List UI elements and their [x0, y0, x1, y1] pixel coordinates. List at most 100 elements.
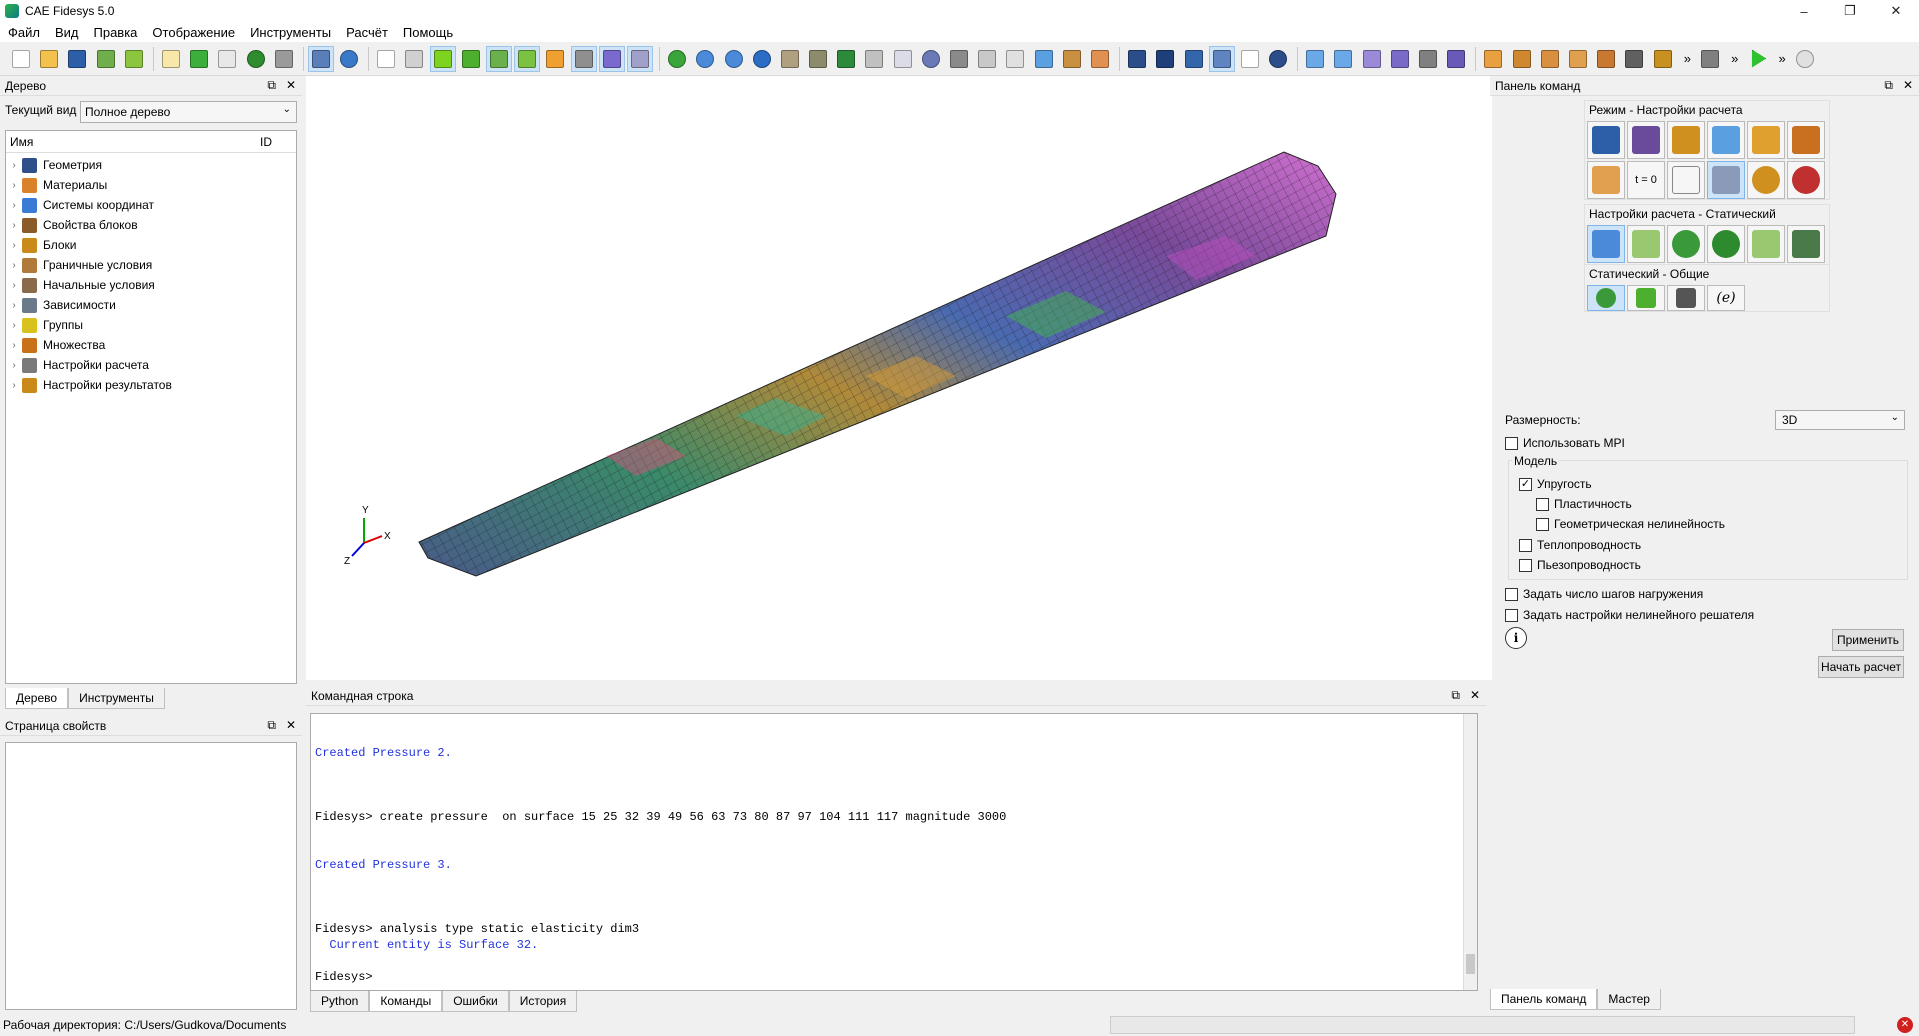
float-panel-icon[interactable]: ⧉ — [267, 78, 276, 93]
expand-arrow-icon[interactable]: › — [6, 180, 22, 191]
help-button[interactable] — [1792, 46, 1818, 72]
tab-errors[interactable]: Ошибки — [442, 991, 509, 1012]
add-point-button[interactable] — [1302, 46, 1328, 72]
start-analysis-button[interactable]: Начать расчет — [1818, 656, 1904, 678]
add-line-button[interactable] — [1330, 46, 1356, 72]
checkbox-box[interactable] — [1536, 517, 1549, 531]
close-panel-icon[interactable]: ✕ — [286, 718, 296, 733]
command-output[interactable]: Created Pressure 2. Fidesys> create pres… — [310, 713, 1478, 991]
menu-display[interactable]: Отображение — [152, 25, 235, 40]
mode-sets-button[interactable] — [1787, 121, 1825, 159]
measure-button[interactable] — [1059, 46, 1085, 72]
pause-button[interactable] — [243, 46, 269, 72]
mesh-select-button[interactable] — [570, 45, 597, 72]
expand-arrow-icon[interactable]: › — [6, 320, 22, 331]
tree-item[interactable]: › Множества — [6, 335, 296, 355]
buckling-button[interactable] — [1747, 225, 1785, 263]
select-curve-button[interactable] — [458, 46, 484, 72]
mode-blocks-button[interactable] — [1747, 121, 1785, 159]
tree-item[interactable]: › Зависимости — [6, 295, 296, 315]
load-button[interactable] — [1480, 46, 1506, 72]
solver-settings-button[interactable] — [1667, 285, 1705, 311]
wing-mesh-model[interactable]: Y X Z — [306, 76, 1492, 680]
mode-bc-button[interactable] — [1587, 161, 1625, 199]
select-vertex-button[interactable] — [486, 45, 512, 72]
select-body-button[interactable] — [373, 46, 399, 72]
tree-item[interactable]: › Свойства блоков — [6, 215, 296, 235]
mode-materials-button[interactable] — [1667, 121, 1705, 159]
select-button[interactable] — [307, 45, 334, 72]
expand-arrow-icon[interactable]: › — [6, 200, 22, 211]
expand-arrow-icon[interactable]: › — [6, 340, 22, 351]
tree-item[interactable]: › Настройки результатов — [6, 375, 296, 395]
zoom-in-button[interactable] — [692, 46, 718, 72]
apply-button[interactable]: Применить — [1832, 629, 1904, 651]
expand-arrow-icon[interactable]: › — [6, 300, 22, 311]
checkbox-box[interactable] — [1505, 587, 1518, 601]
add-volume-button[interactable] — [1387, 46, 1413, 72]
fit-view-button[interactable] — [749, 46, 775, 72]
geometric-nonlinearity-checkbox[interactable]: Геометрическая нелинейность — [1536, 517, 1725, 531]
checkbox-box[interactable] — [1505, 436, 1518, 450]
mode-coordinates-button[interactable] — [1707, 121, 1745, 159]
mode-geometry-button[interactable] — [1587, 121, 1625, 159]
tab-commands[interactable]: Команды — [369, 991, 443, 1012]
heat-conduction-checkbox[interactable]: Теплопроводность — [1519, 538, 1641, 552]
minimize-button[interactable]: – — [1781, 0, 1827, 22]
expand-arrow-icon[interactable]: › — [6, 160, 22, 171]
view-front-button[interactable] — [805, 46, 831, 72]
menu-analysis[interactable]: Расчёт — [346, 25, 388, 40]
menu-file[interactable]: Файл — [8, 25, 40, 40]
command-scrollbar[interactable] — [1463, 714, 1477, 990]
toolbar-more-marker[interactable]: » — [1684, 51, 1691, 66]
constraint-button[interactable] — [1509, 46, 1535, 72]
tab-wizard[interactable]: Мастер — [1597, 989, 1661, 1010]
temperature-button[interactable] — [1593, 46, 1619, 72]
sphere-button[interactable] — [1265, 46, 1291, 72]
static-type-button[interactable] — [1587, 225, 1625, 263]
mode-mesh-button[interactable] — [1627, 121, 1665, 159]
record-button[interactable] — [214, 46, 240, 72]
show-button[interactable] — [1002, 46, 1028, 72]
mode-postprocess-button[interactable] — [1787, 161, 1825, 199]
graphics-viewport[interactable]: Y X Z — [306, 76, 1492, 680]
expand-arrow-icon[interactable]: › — [6, 380, 22, 391]
close-button[interactable]: ✕ — [1873, 0, 1919, 22]
new-file-button[interactable] — [8, 46, 34, 72]
pressure-button[interactable] — [1565, 46, 1591, 72]
expand-arrow-icon[interactable]: › — [6, 220, 22, 231]
expand-arrow-icon[interactable]: › — [6, 360, 22, 371]
dynamic-button[interactable] — [1627, 225, 1665, 263]
curve-button[interactable] — [1237, 46, 1263, 72]
zoom-out-button[interactable] — [721, 46, 747, 72]
expand-arrow-icon[interactable]: › — [6, 260, 22, 271]
eraser-button[interactable] — [1087, 46, 1113, 72]
render-shaded-button[interactable] — [1181, 46, 1207, 72]
tab-command-panel[interactable]: Панель команд — [1490, 989, 1598, 1010]
tab-python[interactable]: Python — [310, 991, 370, 1012]
current-view-dropdown[interactable]: Полное дерево ⌄ — [80, 101, 297, 123]
tree-col-name[interactable]: Имя — [10, 135, 33, 149]
dependency-button[interactable] — [1621, 46, 1647, 72]
piezo-checkbox[interactable]: Пьезопроводность — [1519, 558, 1641, 572]
select-surface-button[interactable] — [429, 45, 456, 72]
expand-arrow-icon[interactable]: › — [6, 240, 22, 251]
menu-edit[interactable]: Правка — [94, 25, 138, 40]
rotate-button[interactable] — [664, 46, 690, 72]
block-button[interactable] — [1443, 46, 1469, 72]
tree-item[interactable]: › Материалы — [6, 175, 296, 195]
tree-item[interactable]: › Геометрия — [6, 155, 296, 175]
use-mpi-checkbox[interactable]: Использовать MPI — [1505, 436, 1625, 450]
toolbar-more-marker[interactable]: » — [1779, 51, 1786, 66]
float-panel-icon[interactable]: ⧉ — [1451, 688, 1460, 703]
checkbox-box[interactable] — [1505, 608, 1518, 622]
float-panel-icon[interactable]: ⧉ — [267, 718, 276, 733]
tab-tree[interactable]: Дерево — [5, 688, 69, 709]
close-panel-icon[interactable]: ✕ — [1470, 688, 1480, 703]
tree-item[interactable]: › Блоки — [6, 235, 296, 255]
face-select-button[interactable] — [626, 45, 653, 72]
export-button[interactable] — [121, 46, 147, 72]
close-panel-icon[interactable]: ✕ — [286, 78, 296, 93]
grid-button[interactable] — [1697, 46, 1723, 72]
select-volume-button[interactable] — [401, 46, 427, 72]
